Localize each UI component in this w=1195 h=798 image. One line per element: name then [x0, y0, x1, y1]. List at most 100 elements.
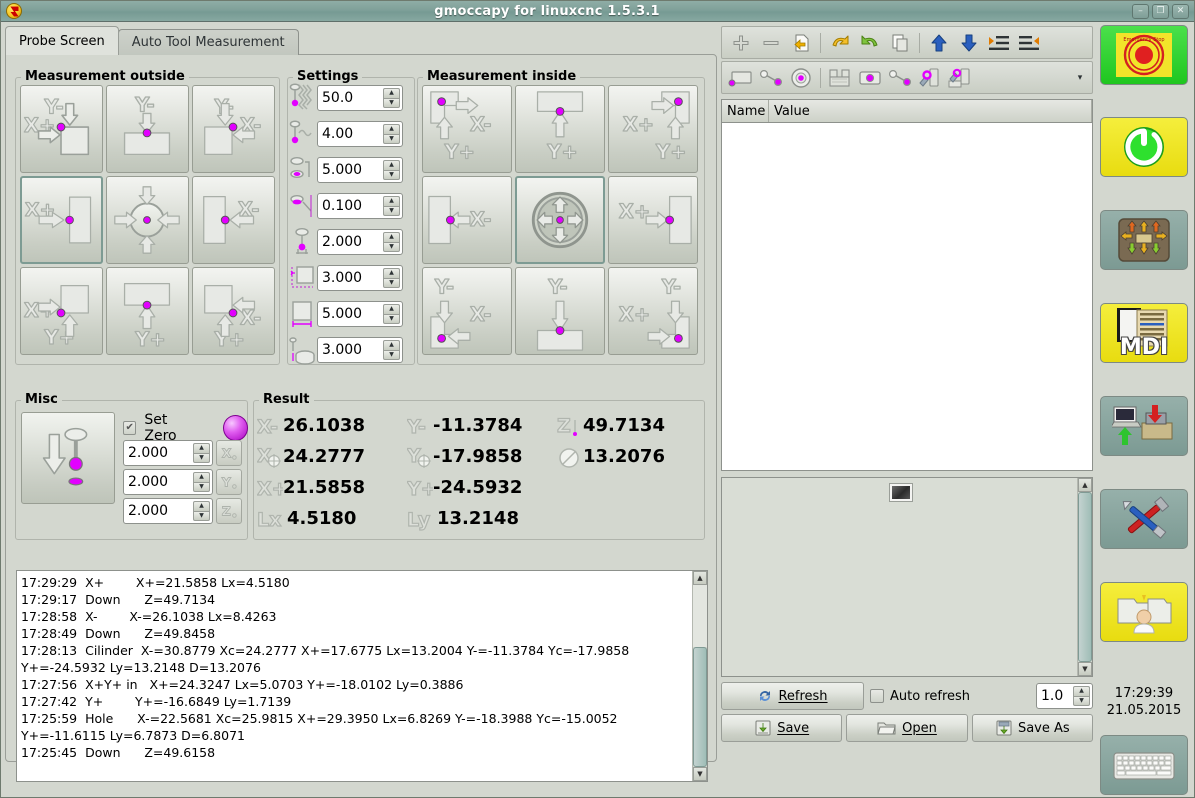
probe-outside-corner-xplus-yminus[interactable]: Y- X+: [20, 85, 103, 173]
search-velocity-input[interactable]: [318, 86, 383, 110]
max-probe-distance-input[interactable]: [318, 158, 383, 182]
indent-decrease-icon[interactable]: [1014, 29, 1044, 57]
probe-inside-edge-xplus[interactable]: X+: [608, 176, 698, 264]
probe-inside-corner-xminus-yplus[interactable]: X- Y+: [422, 85, 512, 173]
treeview-body[interactable]: [721, 123, 1093, 471]
misc-x-offset-stepper[interactable]: ▲▼: [193, 443, 210, 463]
probe-outside-corner-xminus-yplus[interactable]: X- Y+: [192, 267, 275, 355]
manual-mode-button[interactable]: [1100, 210, 1188, 270]
search-velocity-stepper[interactable]: ▲▼: [383, 88, 400, 108]
reload-file-icon[interactable]: [786, 29, 816, 57]
auto-mode-button[interactable]: [1100, 396, 1188, 456]
estop-button[interactable]: Emergency Stop: [1100, 25, 1188, 85]
keyboard-button[interactable]: [1100, 735, 1188, 795]
duplicate-icon[interactable]: [885, 29, 915, 57]
misc-y-offset-input[interactable]: [124, 470, 193, 494]
scroll-up-arrow[interactable]: ▲: [693, 571, 707, 585]
workpiece-height-stepper[interactable]: ▲▼: [383, 340, 400, 360]
probe-inside-corner-xplus-yplus[interactable]: X+ Y+: [608, 85, 698, 173]
preview-scroll-down-arrow[interactable]: ▼: [1078, 662, 1092, 676]
set-z-zero-button[interactable]: Z: [216, 498, 242, 524]
window-controls: – ❐ ✕: [1132, 4, 1189, 19]
probe-velocity-input[interactable]: [318, 122, 383, 146]
probe-inside-edge-yminus[interactable]: Y-: [515, 267, 605, 355]
probe-inside-edge-xminus[interactable]: X-: [422, 176, 512, 264]
angle-icon[interactable]: [885, 64, 915, 92]
refresh-interval-stepper[interactable]: ▲▼: [1073, 686, 1090, 706]
preview-canvas[interactable]: [722, 478, 1077, 676]
set-x-zero-button[interactable]: X: [216, 440, 242, 466]
open-button[interactable]: Open: [846, 714, 967, 742]
misc-axis-x-row: ▲▼ X: [123, 440, 242, 466]
probe-outside-edge-xplus[interactable]: X+: [20, 176, 103, 264]
indent-increase-icon[interactable]: [984, 29, 1014, 57]
latch-distance-stepper[interactable]: ▲▼: [383, 196, 400, 216]
add-icon[interactable]: [726, 29, 756, 57]
settings-button[interactable]: [1100, 489, 1188, 549]
probe-log-text[interactable]: 17:29:29 X+ X+=21.5858 Lx=4.5180 17:29:1…: [17, 571, 692, 781]
tab-auto-tool-measurement[interactable]: Auto Tool Measurement: [118, 29, 299, 55]
refresh-interval-input[interactable]: [1037, 684, 1073, 708]
probe-tip-diameter-stepper[interactable]: ▲▼: [383, 232, 400, 252]
undo-icon[interactable]: [825, 29, 855, 57]
column-header-value[interactable]: Value: [769, 100, 1092, 122]
auto-refresh-checkbox[interactable]: [870, 689, 884, 703]
remove-icon[interactable]: [756, 29, 786, 57]
misc-z-offset-stepper[interactable]: ▲▼: [193, 501, 210, 521]
edge-length-stepper[interactable]: ▲▼: [383, 268, 400, 288]
set-y-zero-button[interactable]: Y: [216, 469, 242, 495]
pocket-icon[interactable]: [825, 64, 855, 92]
workpiece-width-input[interactable]: [318, 302, 383, 326]
probe-log-scrollbar[interactable]: ▲ ▼: [692, 571, 707, 781]
circle-probe-icon[interactable]: [786, 64, 816, 92]
probe-outside-edge-yplus[interactable]: Y+: [106, 267, 189, 355]
tool-change-icon[interactable]: [945, 64, 975, 92]
tab-probe-screen[interactable]: Probe Screen: [5, 26, 119, 55]
set-zero-checkbox[interactable]: ✔: [123, 421, 136, 435]
maximize-button[interactable]: ❐: [1152, 4, 1169, 19]
probe-outside-corner-xminus-yminus[interactable]: Y- X-: [192, 85, 275, 173]
line-probe-icon[interactable]: [756, 64, 786, 92]
preview-scroll-thumb[interactable]: [1078, 492, 1092, 662]
close-button[interactable]: ✕: [1172, 4, 1189, 19]
redo-icon[interactable]: [855, 29, 885, 57]
probe-tip-diameter-input[interactable]: [318, 230, 383, 254]
probe-outside-round-boss[interactable]: [106, 176, 189, 264]
tool-setup-icon[interactable]: [915, 64, 945, 92]
edge-length-input[interactable]: [318, 266, 383, 290]
probe-outside-corner-xplus-yplus[interactable]: X+ Y+: [20, 267, 103, 355]
workpiece-height-input[interactable]: [318, 338, 383, 362]
boss-icon[interactable]: [855, 64, 885, 92]
probe-inside-hole[interactable]: [515, 176, 605, 264]
max-probe-distance-stepper[interactable]: ▲▼: [383, 160, 400, 180]
scroll-thumb[interactable]: [693, 647, 707, 767]
refresh-button[interactable]: Refresh: [721, 682, 864, 710]
user-tabs-button[interactable]: [1100, 582, 1188, 642]
save-button[interactable]: Save: [721, 714, 842, 742]
toolbar-overflow-icon[interactable]: ▾: [1072, 64, 1088, 92]
scroll-down-arrow[interactable]: ▼: [693, 767, 707, 781]
workpiece-width-stepper[interactable]: ▲▼: [383, 304, 400, 324]
latch-distance-input[interactable]: [318, 194, 383, 218]
probe-velocity-stepper[interactable]: ▲▼: [383, 124, 400, 144]
save-as-button[interactable]: Save As: [972, 714, 1093, 742]
misc-z-offset-input[interactable]: [124, 499, 193, 523]
window-title: gmoccapy for linuxcnc 1.5.3.1: [22, 4, 1132, 19]
preview-scroll-up-arrow[interactable]: ▲: [1078, 478, 1092, 492]
move-up-icon[interactable]: [924, 29, 954, 57]
machine-power-button[interactable]: [1100, 117, 1188, 177]
probe-down-button[interactable]: [21, 412, 115, 504]
column-header-name[interactable]: Name: [722, 100, 769, 122]
misc-y-offset-stepper[interactable]: ▲▼: [193, 472, 210, 492]
probe-inside-corner-xplus-yminus[interactable]: Y- X+: [608, 267, 698, 355]
mdi-mode-button[interactable]: MDI: [1100, 303, 1188, 363]
minimize-button[interactable]: –: [1132, 4, 1149, 19]
misc-x-offset-input[interactable]: [124, 441, 193, 465]
move-down-icon[interactable]: [954, 29, 984, 57]
probe-inside-corner-xminus-yminus[interactable]: Y- X-: [422, 267, 512, 355]
probe-outside-edge-yminus[interactable]: Y-: [106, 85, 189, 173]
probe-outside-edge-xminus[interactable]: X-: [192, 176, 275, 264]
probe-inside-edge-yplus[interactable]: Y+: [515, 85, 605, 173]
rectangle-probe-icon[interactable]: [726, 64, 756, 92]
preview-scrollbar[interactable]: ▲ ▼: [1077, 478, 1092, 676]
